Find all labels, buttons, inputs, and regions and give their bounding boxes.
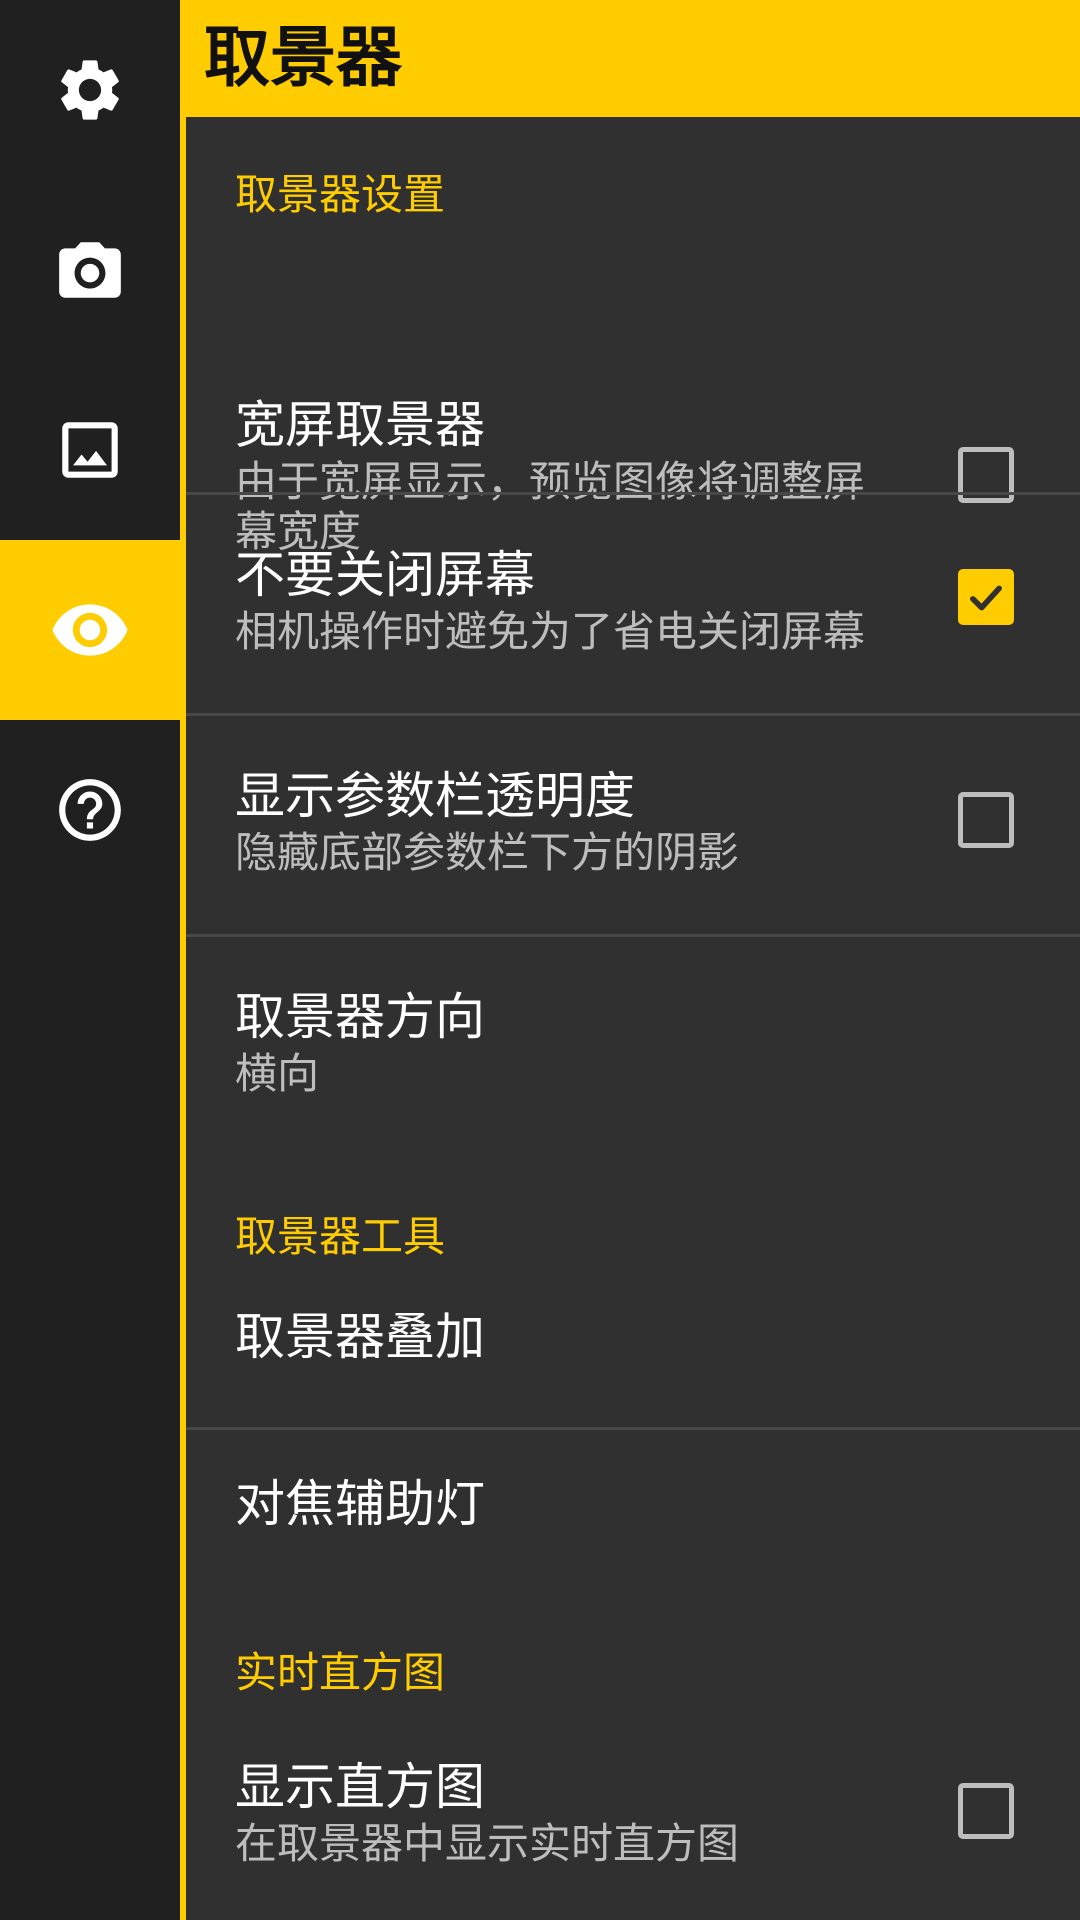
pref-orientation[interactable]: 取景器方向 横向 — [186, 937, 1080, 1157]
pref-show-histogram[interactable]: 显示直方图 在取景器中显示实时直方图 — [186, 1717, 1080, 1920]
pref-summary: 隐藏底部参数栏下方的阴影 — [235, 828, 740, 877]
section-title-viewfinder-settings: 取景器设置 — [235, 170, 446, 219]
gear-icon — [61, 60, 119, 120]
pref-title: 对焦辅助灯 — [235, 1475, 485, 1533]
sidebar-item-camera[interactable] — [0, 180, 180, 360]
app-root: 取景器 取景器设置 宽屏取景器 由于宽屏显示，预览图像将调整屏幕宽度 不要关闭屏… — [0, 0, 1080, 1920]
pref-summary: 横向 — [235, 1049, 320, 1098]
show-histogram-checkbox[interactable] — [958, 1783, 1014, 1839]
pref-title: 宽屏取景器 — [235, 396, 485, 454]
pref-summary: 在取景器中显示实时直方图 — [235, 1819, 740, 1868]
pref-title: 显示参数栏透明度 — [235, 767, 635, 825]
section-title-live-histogram: 实时直方图 — [235, 1648, 446, 1697]
help-icon — [59, 779, 121, 841]
pref-title: 取景器叠加 — [235, 1308, 485, 1366]
pref-title: 取景器方向 — [235, 988, 485, 1046]
settings-list: 取景器设置 宽屏取景器 由于宽屏显示，预览图像将调整屏幕宽度 不要关闭屏幕 相机… — [186, 117, 1080, 1920]
keep-screen-on-checkbox[interactable] — [958, 569, 1014, 625]
check-icon — [970, 585, 1002, 611]
image-icon — [62, 422, 118, 478]
eye-icon — [52, 604, 128, 656]
section-title-viewfinder-tools: 取景器工具 — [235, 1212, 446, 1261]
pref-summary: 相机操作时避免为了省电关闭屏幕 — [235, 607, 866, 656]
app-header: 取景器 — [186, 0, 1080, 117]
pref-title: 不要关闭屏幕 — [235, 546, 535, 604]
pref-overlay[interactable]: 取景器叠加 — [186, 1277, 1080, 1427]
page-title: 取景器 — [204, 19, 402, 96]
pref-keep-screen-on[interactable]: 不要关闭屏幕 相机操作时避免为了省电关闭屏幕 — [186, 495, 1080, 713]
sidebar-item-viewfinder[interactable] — [0, 540, 180, 720]
pref-focus-assist[interactable]: 对焦辅助灯 — [186, 1430, 1080, 1590]
sidebar — [0, 0, 180, 1920]
sidebar-item-settings[interactable] — [0, 0, 180, 180]
pref-param-bar-transparency[interactable]: 显示参数栏透明度 隐藏底部参数栏下方的阴影 — [186, 716, 1080, 934]
pref-title: 显示直方图 — [235, 1758, 485, 1816]
param-bar-transparency-checkbox[interactable] — [958, 792, 1014, 848]
sidebar-item-help[interactable] — [0, 720, 180, 900]
sidebar-item-gallery[interactable] — [0, 360, 180, 540]
camera-icon — [59, 242, 121, 298]
